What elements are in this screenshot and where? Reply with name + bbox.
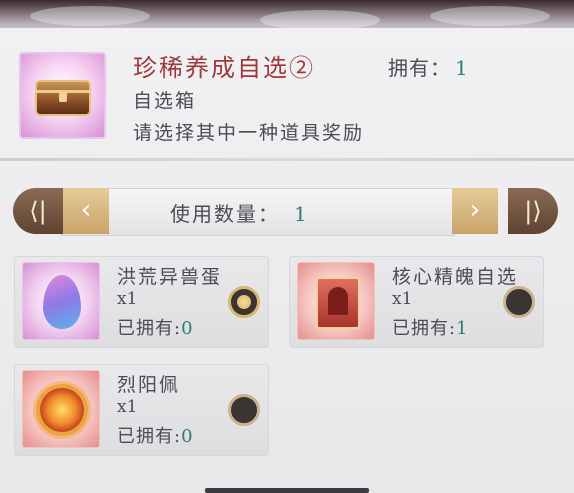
sun-pendant-icon xyxy=(22,370,100,448)
cloud-decoration xyxy=(260,10,380,30)
reward-count: x1 xyxy=(117,289,138,309)
cloud-decoration xyxy=(430,6,550,26)
reward-owned: 已拥有:0 xyxy=(117,422,194,448)
reward-select-radio[interactable] xyxy=(503,286,535,318)
divider xyxy=(0,158,574,161)
bottom-handle xyxy=(205,488,369,493)
quantity-value: 1 xyxy=(294,202,309,226)
reward-name: 烈阳佩 xyxy=(117,374,181,396)
soul-card-graphic xyxy=(316,277,360,329)
max-quantity-button[interactable]: |⟩ xyxy=(508,188,558,234)
reward-owned-value: 0 xyxy=(181,426,194,447)
reward-select-radio[interactable] xyxy=(228,286,260,318)
owned-label: 拥有： xyxy=(388,56,451,80)
quantity-display: 使用数量： 1 xyxy=(170,198,309,227)
reward-option-card[interactable]: 洪荒异兽蛋 x1 已拥有:0 xyxy=(14,256,269,348)
item-name: 珍稀养成自选② xyxy=(133,54,315,82)
last-icon: |⟩ xyxy=(524,197,542,225)
reward-name: 核心精魄自选 xyxy=(392,266,519,288)
sun-graphic xyxy=(40,388,84,432)
increase-quantity-button[interactable]: › xyxy=(452,188,498,234)
treasure-chest-icon xyxy=(19,52,106,139)
reward-count: x1 xyxy=(117,397,138,417)
reward-count: x1 xyxy=(392,289,413,309)
item-type: 自选箱 xyxy=(133,90,197,112)
reward-owned-value: 0 xyxy=(181,318,194,339)
owned-value: 1 xyxy=(455,56,469,80)
chevron-right-icon: › xyxy=(469,195,481,225)
egg-graphic xyxy=(43,275,81,329)
item-description: 请选择其中一种道具奖励 xyxy=(133,122,365,144)
reward-owned-label: 已拥有: xyxy=(117,318,182,339)
decrease-quantity-button[interactable]: ‹ xyxy=(63,188,109,234)
beast-egg-icon xyxy=(22,262,100,340)
owned-count: 拥有： 1 xyxy=(388,52,469,81)
reward-owned-label: 已拥有: xyxy=(392,318,457,339)
quantity-label: 使用数量： xyxy=(170,202,280,226)
reward-owned-label: 已拥有: xyxy=(117,426,182,447)
min-quantity-button[interactable]: ⟨| xyxy=(13,188,63,234)
chest-graphic xyxy=(35,80,91,116)
reward-owned-value: 1 xyxy=(456,318,469,339)
reward-owned: 已拥有:0 xyxy=(117,314,194,340)
reward-select-radio[interactable] xyxy=(228,394,260,426)
chevron-left-icon: ‹ xyxy=(80,195,92,225)
first-icon: ⟨| xyxy=(29,197,47,225)
soul-card-icon xyxy=(297,262,375,340)
reward-option-card[interactable]: 核心精魄自选 x1 已拥有:1 xyxy=(289,256,544,348)
reward-name: 洪荒异兽蛋 xyxy=(117,266,223,288)
reward-option-card[interactable]: 烈阳佩 x1 已拥有:0 xyxy=(14,364,269,456)
reward-owned: 已拥有:1 xyxy=(392,314,469,340)
cloud-decoration xyxy=(30,6,150,26)
